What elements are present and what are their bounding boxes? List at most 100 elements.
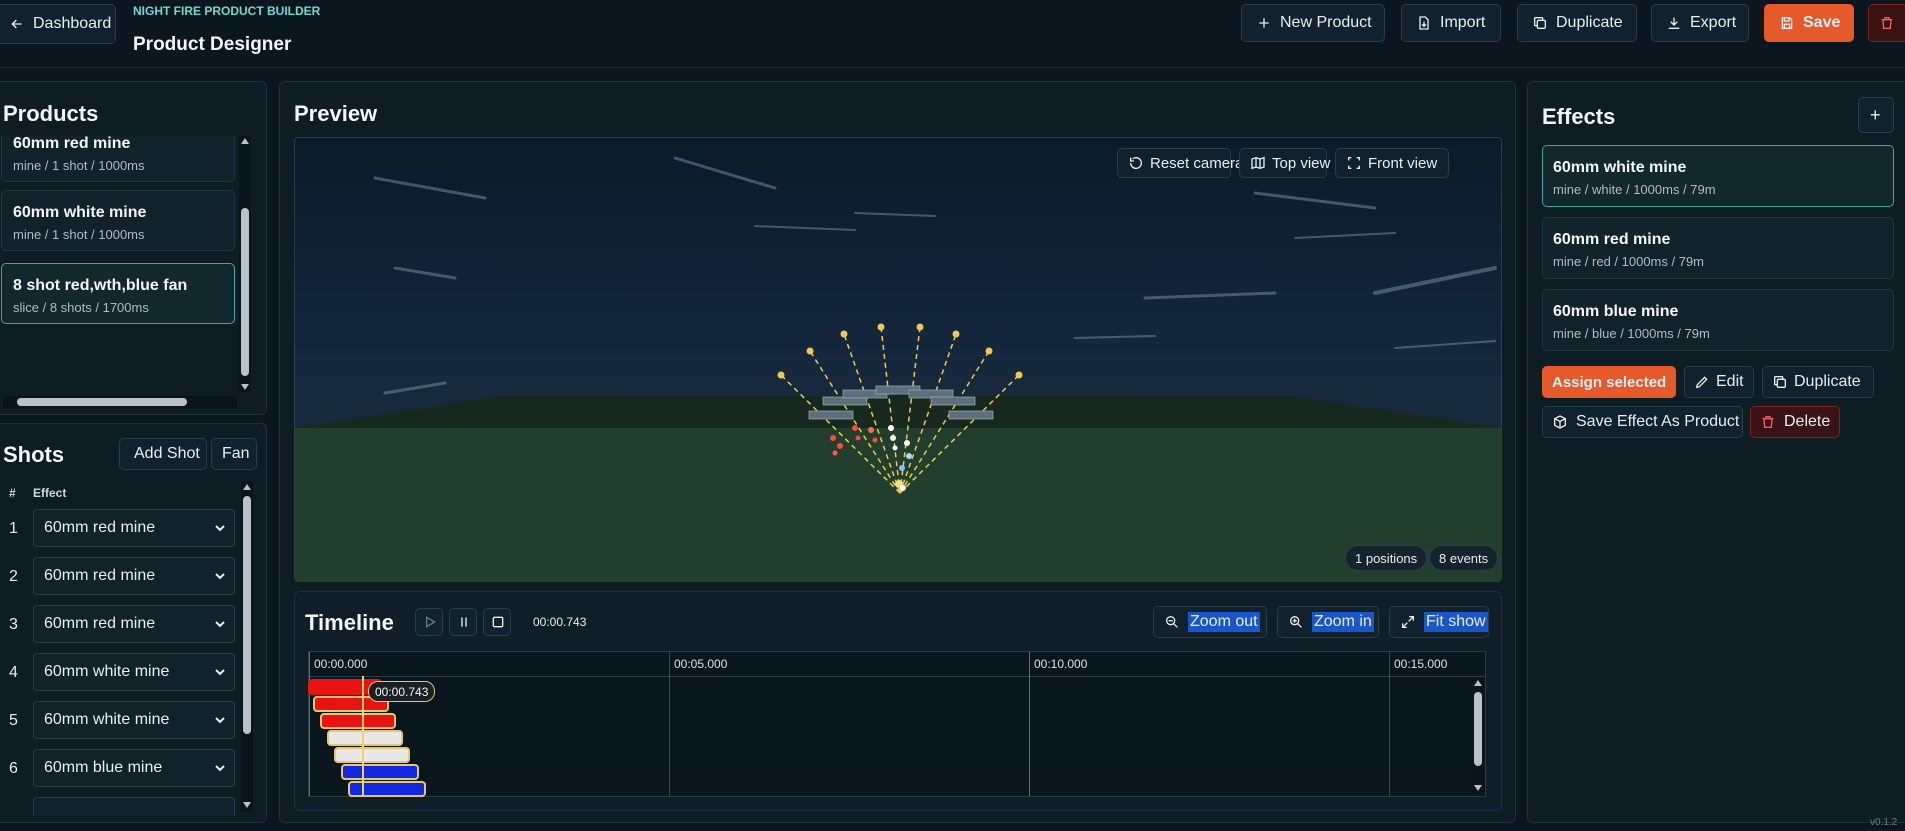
stop-button[interactable]	[483, 608, 511, 636]
effect-name: 60mm blue mine	[1553, 303, 1679, 320]
top-view-label: Top view	[1272, 154, 1331, 172]
fit-show-button[interactable]: Fit show	[1389, 606, 1489, 638]
shot-effect-select[interactable]: 60mm red mine	[33, 509, 235, 547]
product-item[interactable]: 60mm red mine mine / 1 shot / 1000ms	[1, 136, 235, 182]
save-button[interactable]: Save	[1764, 4, 1854, 42]
scroll-up-arrow[interactable]	[243, 484, 251, 490]
table-row: 2 60mm red mine	[1, 554, 241, 598]
shot-number: 6	[9, 760, 18, 777]
shot-effect-value: 60mm blue mine	[44, 759, 163, 776]
fan-button[interactable]: Fan	[211, 438, 257, 470]
table-row	[1, 794, 241, 816]
edit-effect-button[interactable]: Edit	[1684, 366, 1754, 398]
front-view-button[interactable]: Front view	[1335, 148, 1449, 178]
duplicate-product-button[interactable]: Duplicate	[1517, 4, 1637, 42]
reset-camera-label: Reset camera	[1150, 154, 1244, 172]
playhead[interactable]	[362, 676, 364, 796]
chevron-down-icon	[215, 669, 225, 676]
product-meta: slice / 8 shots / 1700ms	[13, 300, 149, 315]
pause-button[interactable]	[449, 608, 477, 636]
table-row: 5 60mm white mine	[1, 698, 241, 742]
add-shot-button[interactable]: Add Shot	[119, 438, 207, 470]
new-product-button[interactable]: New Product	[1241, 4, 1385, 42]
table-row: 6 60mm blue mine	[1, 746, 241, 790]
effect-item[interactable]: 60mm red mine mine / red / 1000ms / 79m	[1542, 217, 1894, 279]
product-meta: mine / 1 shot / 1000ms	[13, 227, 145, 242]
timeline-vscroll-thumb[interactable]	[1474, 692, 1482, 766]
trash-icon	[1881, 17, 1893, 29]
zoom-out-label: Zoom out	[1188, 612, 1260, 632]
effect-name: 60mm red mine	[1553, 231, 1671, 248]
scroll-down-arrow[interactable]	[243, 802, 251, 808]
timeline-tick: 00:00.000	[314, 657, 368, 671]
shot-event-bar[interactable]	[341, 764, 419, 780]
chevron-down-icon	[215, 573, 225, 580]
shot-number: 2	[9, 568, 18, 585]
shot-effect-select[interactable]: 60mm blue mine	[33, 749, 235, 787]
scroll-up-arrow[interactable]	[241, 138, 249, 144]
shot-effect-select[interactable]: 60mm red mine	[33, 557, 235, 595]
add-effect-button[interactable]: +	[1858, 97, 1894, 133]
effect-item-selected[interactable]: 60mm white mine mine / white / 1000ms / …	[1542, 145, 1894, 207]
timeline-title: Timeline	[305, 610, 394, 635]
products-vscroll[interactable]	[239, 136, 251, 392]
top-view-button[interactable]: Top view	[1239, 148, 1331, 178]
shots-vscroll-thumb[interactable]	[243, 496, 251, 734]
shot-effect-select[interactable]: 60mm red mine	[33, 605, 235, 643]
zoom-out-button[interactable]: Zoom out	[1153, 606, 1267, 638]
shot-effect-value: 60mm red mine	[44, 519, 156, 536]
products-vscroll-thumb[interactable]	[241, 208, 249, 376]
timeline-vscroll[interactable]	[1472, 678, 1484, 795]
preview-viewport[interactable]: Reset camera Top view Front view 1 posit…	[294, 137, 1502, 582]
export-button[interactable]: Export	[1651, 4, 1749, 42]
timeline-gridline	[1389, 652, 1390, 796]
product-name: 8 shot red,wth,blue fan	[13, 277, 188, 294]
scroll-up-arrow[interactable]	[1474, 680, 1482, 686]
app-name: NIGHT FIRE PRODUCT BUILDER	[133, 4, 321, 18]
effect-item[interactable]: 60mm blue mine mine / blue / 1000ms / 79…	[1542, 289, 1894, 351]
dashboard-button[interactable]: Dashboard	[0, 4, 116, 44]
timeline-gridline	[1029, 652, 1030, 796]
shot-effect-select[interactable]: 60mm white mine	[33, 701, 235, 739]
duplicate-effect-button[interactable]: Duplicate	[1762, 366, 1874, 398]
product-item[interactable]: 60mm white mine mine / 1 shot / 1000ms	[1, 190, 235, 251]
shot-event-bar[interactable]	[327, 730, 403, 746]
scroll-down-arrow[interactable]	[241, 384, 249, 390]
shot-effect-select[interactable]: 60mm white mine	[33, 653, 235, 691]
import-button[interactable]: Import	[1401, 4, 1501, 42]
zoom-in-button[interactable]: Zoom in	[1277, 606, 1379, 638]
zoom-out-icon	[1166, 616, 1178, 628]
products-hscroll-thumb[interactable]	[17, 398, 187, 406]
map-icon	[1251, 156, 1265, 170]
effect-name: 60mm white mine	[1553, 159, 1687, 176]
reset-camera-button[interactable]: Reset camera	[1117, 148, 1243, 178]
delete-product-button[interactable]	[1868, 4, 1905, 42]
chevron-down-icon	[215, 621, 225, 628]
table-row: 3 60mm red mine	[1, 602, 241, 646]
play-button[interactable]	[415, 608, 443, 636]
shot-effect-select[interactable]	[33, 797, 235, 816]
product-item-selected[interactable]: 8 shot red,wth,blue fan slice / 8 shots …	[1, 263, 235, 324]
shot-event-bar[interactable]	[348, 781, 426, 797]
products-panel: Products 60mm red mine mine / 1 shot / 1…	[0, 81, 267, 415]
edit-label: Edit	[1716, 373, 1744, 390]
zoom-in-icon	[1290, 616, 1302, 628]
products-list: 60mm red mine mine / 1 shot / 1000ms 60m…	[0, 136, 240, 400]
timeline-tick: 00:05.000	[674, 657, 728, 671]
stop-icon	[492, 616, 504, 628]
shot-event-bar[interactable]	[334, 747, 410, 763]
table-row: 1 60mm red mine	[1, 506, 241, 550]
assign-selected-button[interactable]: Assign selected	[1542, 366, 1676, 398]
current-time: 00:00.743	[533, 615, 587, 629]
dashboard-label: Dashboard	[33, 15, 112, 32]
scroll-down-arrow[interactable]	[1474, 785, 1482, 791]
shots-vscroll[interactable]	[241, 482, 253, 812]
preview-title: Preview	[294, 101, 378, 126]
shot-event-bar[interactable]	[320, 713, 396, 729]
import-label: Import	[1440, 14, 1486, 31]
page-title: Product Designer	[133, 34, 292, 55]
delete-effect-button[interactable]: Delete	[1750, 406, 1840, 438]
add-effect-label: +	[1870, 104, 1881, 125]
products-hscroll[interactable]	[3, 396, 237, 408]
save-effect-as-product-button[interactable]: Save Effect As Product	[1542, 406, 1743, 438]
